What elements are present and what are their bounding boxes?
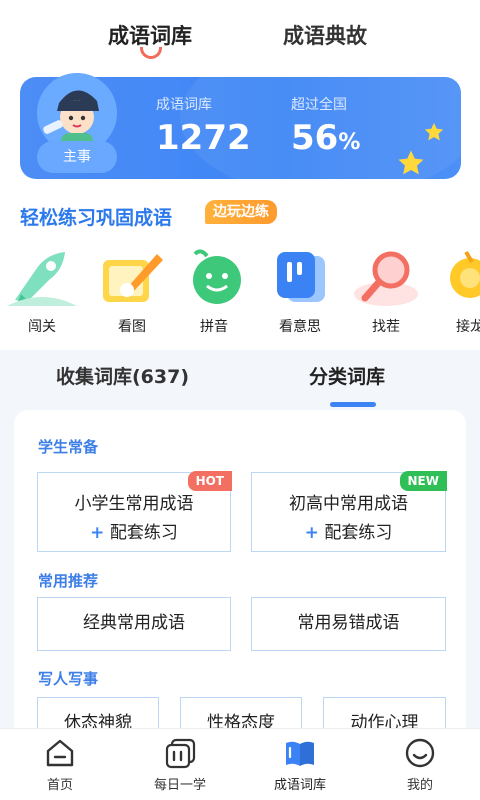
active-tab-underline (330, 402, 376, 407)
tab-idiom-library[interactable]: 成语词库 (108, 20, 192, 50)
daily-icon (165, 738, 196, 769)
tab-category-library[interactable]: 分类词库 (309, 362, 385, 389)
rank-value: 56% (291, 118, 361, 158)
tab-idiom-stories[interactable]: 成语典故 (283, 20, 367, 50)
section-title-student: 学生常备 (38, 438, 99, 456)
rank-label: 超过全国 (291, 97, 347, 113)
practice-badge: 边玩边练 (205, 200, 277, 224)
library-count-value: 1272 (156, 118, 251, 158)
library-count-label: 成语词库 (156, 97, 212, 113)
paintbrush-icon (103, 254, 163, 302)
practice-item-challenge[interactable]: 闯关 (2, 248, 82, 338)
practice-item-picture[interactable]: 看图 (92, 248, 172, 338)
nav-idiom-library[interactable]: 成语词库 (240, 729, 360, 800)
active-tab-indicator (140, 47, 162, 59)
nav-profile[interactable]: 我的 (360, 729, 480, 800)
cards-icon (277, 252, 325, 302)
practice-item-pinyin[interactable]: 拼音 (174, 248, 254, 338)
category-primary-school[interactable]: 小学生常用成语 + 配套练习 HOT (37, 471, 232, 552)
hot-badge: HOT (187, 471, 232, 491)
section-title-recommend: 常用推荐 (38, 572, 99, 590)
nav-home[interactable]: 首页 (0, 729, 120, 800)
chain-icon (450, 250, 480, 298)
category-error-prone[interactable]: 常用易错成语 (251, 597, 446, 651)
new-badge: NEW (399, 471, 447, 491)
pinyin-face-icon (193, 249, 241, 304)
magnifier-icon (354, 251, 418, 306)
bottom-nav: 首页 每日一学 成语词库 我的 (0, 728, 480, 800)
book-icon (286, 741, 314, 766)
practice-item-meaning[interactable]: 看意思 (260, 248, 340, 338)
home-icon (46, 739, 74, 767)
category-classic[interactable]: 经典常用成语 (37, 597, 231, 651)
top-tab-bar: 成语词库 成语典故 (0, 0, 480, 70)
avatar-name-tag: 主事 (37, 141, 117, 173)
category-high-school[interactable]: 初高中常用成语 + 配套练习 NEW (251, 471, 447, 552)
star-icon (398, 150, 424, 175)
nav-daily[interactable]: 每日一学 (120, 729, 240, 800)
practice-title: 轻松练习巩固成语 (20, 207, 173, 229)
star-icon (424, 122, 444, 141)
section-title-people: 写人写事 (38, 670, 99, 688)
profile-icon (405, 738, 435, 768)
rocket-icon (7, 252, 77, 306)
tab-collected-library[interactable]: 收集词库(637) (56, 362, 189, 389)
practice-item-spot[interactable]: 找茬 (346, 248, 426, 338)
practice-item-chain[interactable]: 接龙 (432, 248, 480, 338)
